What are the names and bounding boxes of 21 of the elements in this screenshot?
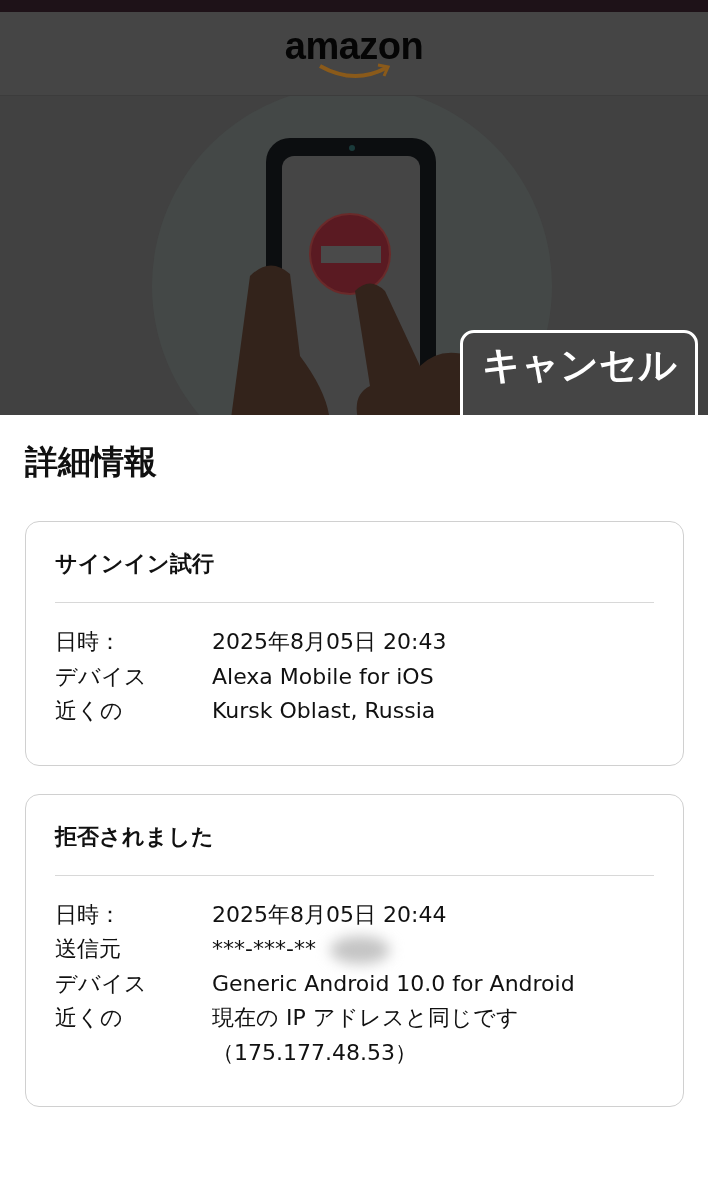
logo-text: amazon [284, 28, 424, 63]
cancel-button[interactable]: キャンセル [460, 330, 698, 415]
sheet-title: 詳細情報 [25, 441, 158, 483]
field-label: 日時： [55, 628, 122, 656]
field-label: 日時： [55, 900, 122, 929]
field-label: 送信元 [55, 935, 122, 963]
smile-arrow-icon [318, 62, 390, 79]
card-title: 拒否されました [55, 816, 654, 876]
field-value: 現在の IP アドレスと同じです [212, 1005, 519, 1030]
card-title: サインイン試行 [55, 544, 654, 603]
field-label: デバイス [55, 662, 148, 691]
field-value: Generic Android 10.0 for Android [212, 970, 575, 996]
field-value: ***-***-** [212, 936, 316, 961]
field-value: Kursk Oblast, Russia [212, 698, 436, 723]
field-label: 近くの [55, 1004, 124, 1032]
field-value: 2025年8月05日 20:43 [212, 629, 447, 654]
field-value: 2025年8月05日 20:44 [212, 901, 447, 927]
field-label: デバイス [55, 969, 148, 998]
field-value: （175.177.48.53） [212, 1039, 417, 1065]
field-label: 近くの [55, 697, 124, 725]
field-value: Alexa Mobile for iOS [212, 663, 434, 689]
